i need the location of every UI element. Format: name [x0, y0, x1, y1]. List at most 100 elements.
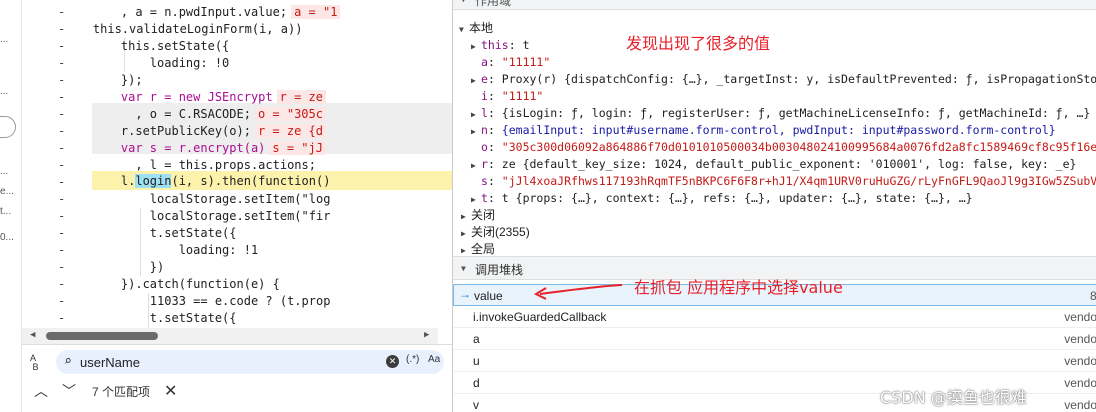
gutter-dash[interactable]: - [58, 242, 68, 259]
frame-location[interactable]: 8. [1090, 289, 1096, 303]
code-line[interactable]: loading: !1 [92, 242, 452, 259]
navigator-toggle[interactable] [0, 116, 16, 138]
code-line[interactable]: , l = this.props.actions; [92, 157, 452, 174]
code-line[interactable]: loading: !0 [92, 55, 452, 72]
code-line[interactable]: }).catch(function(e) { [92, 276, 452, 293]
scope-variable[interactable]: i: "1111" [471, 88, 1096, 105]
scope-section-header[interactable]: ▼ 作用域 [453, 0, 1096, 10]
var-value: "305c300d06092a864886f70d0101010500034b0… [501, 140, 1096, 154]
code-line[interactable]: }); [92, 72, 452, 89]
line-gutter[interactable]: - - - - - - - - - - - - - - - - - - - [22, 0, 92, 344]
annotation-note-select-value: 在抓包 应用程序中选择value [634, 278, 843, 297]
collapse-triangle-icon[interactable]: ▼ [461, 0, 466, 4]
highlighted-login-call[interactable]: login [135, 174, 172, 188]
next-match-icon[interactable]: ﹀ [62, 381, 76, 401]
code-line[interactable]: t.setState({ [92, 225, 452, 242]
scope-variable[interactable]: ▶ e: Proxy(r) {dispatchConfig: {…}, _targ… [471, 71, 1096, 88]
var-sep: : [487, 157, 502, 171]
gutter-dash[interactable]: - [58, 106, 68, 123]
scope-local-header[interactable]: ▼ 本地 [459, 20, 1096, 37]
scope-closure-header[interactable]: ▶ 关闭 [461, 207, 1096, 224]
csdn-watermark: CSDN @摸鱼也很难 [880, 388, 1027, 407]
expand-triangle-icon[interactable]: ▶ [471, 123, 481, 139]
callstack-frame[interactable]: u vendor [453, 350, 1096, 372]
scope-variable[interactable]: ▶ r: ze {default_key_size: 1024, default_… [471, 156, 1096, 173]
match-case-toggle[interactable]: Aa [428, 354, 440, 365]
var-value: {emailInput: input#username.form-control… [501, 123, 1056, 137]
gutter-dash[interactable]: - [58, 38, 68, 55]
expand-triangle-icon[interactable]: ▶ [471, 38, 481, 54]
gutter-dash[interactable]: - [58, 140, 68, 157]
scope-variable[interactable]: ▶ n: {emailInput: input#username.form-con… [471, 122, 1096, 139]
gutter-dash[interactable]: - [58, 208, 68, 225]
scope-variable[interactable]: o: "305c300d06092a864886f70d010101050003… [471, 139, 1096, 156]
gutter-dash[interactable]: - [58, 21, 68, 38]
code-line[interactable]: if (this.validateLoginForm(i, a)) [92, 21, 424, 38]
previous-match-icon[interactable]: ︿ [34, 381, 48, 401]
scope-variable[interactable]: a: "11111" [471, 54, 1096, 71]
callstack-frame[interactable]: a vendor [453, 328, 1096, 350]
gutter-dash[interactable]: - [58, 4, 68, 21]
expand-triangle-icon[interactable]: ▶ [471, 106, 481, 122]
scope-variable[interactable]: ▶ l: {isLogin: ƒ, login: ƒ, registerUser:… [471, 105, 1096, 122]
gutter-dash[interactable]: - [58, 72, 68, 89]
code-line[interactable]: }) [92, 259, 452, 276]
expand-triangle-icon[interactable]: ▶ [461, 225, 471, 241]
code-line[interactable]: 11033 == e.code ? (t.prop [92, 293, 452, 310]
gutter-dash[interactable]: - [58, 174, 68, 191]
expand-triangle-icon[interactable]: ▶ [471, 157, 481, 173]
frame-location[interactable]: vendor [1064, 310, 1096, 324]
scroll-left-arrow-icon[interactable]: ◀ [30, 330, 35, 340]
code-line[interactable]: var r = new JSEncrypt r = ze [92, 89, 452, 106]
gutter-dash[interactable]: - [58, 293, 68, 310]
code-line[interactable]: var s = r.encrypt(a) s = "jJ [92, 140, 452, 157]
frame-location[interactable]: vendor [1064, 354, 1096, 368]
expand-triangle-icon[interactable]: ▼ [459, 21, 469, 37]
scroll-thumb[interactable] [46, 332, 158, 340]
gutter-dash[interactable]: - [58, 157, 68, 174]
code-line[interactable]: , a = n.pwdInput.value; a = "1 [92, 4, 452, 21]
search-box[interactable]: ⌕ ✕ (.*) Aa [56, 350, 444, 374]
code-line-paused[interactable]: l.login(i, s).then(function() [92, 173, 452, 190]
code-text: l. [92, 174, 136, 188]
frame-location[interactable]: vendor [1064, 332, 1096, 346]
search-input[interactable] [80, 353, 370, 371]
callstack-frame[interactable]: i.invokeGuardedCallback vendor [453, 306, 1096, 328]
close-search-icon[interactable]: ✕ [164, 381, 177, 400]
gutter-dash[interactable]: - [58, 310, 68, 327]
clear-search-icon[interactable]: ✕ [386, 355, 399, 368]
gutter-dash[interactable]: - [58, 55, 68, 72]
editor-horizontal-scrollbar[interactable]: ◀ ▶ [22, 328, 438, 344]
scroll-right-arrow-icon[interactable]: ▶ [424, 330, 429, 340]
expand-triangle-icon[interactable]: ▶ [471, 191, 481, 207]
gutter-dash[interactable]: - [58, 191, 68, 208]
code-lines[interactable]: , a = n.pwdInput.value;a = "1 if (this.v… [92, 0, 452, 344]
code-line[interactable]: localStorage.setItem("log [92, 191, 452, 208]
frame-function-name: value [474, 289, 503, 303]
gutter-dash[interactable]: - [58, 123, 68, 140]
scope-variable[interactable]: ▶ this: t [471, 37, 1096, 54]
code-line[interactable]: t.setState({ [92, 310, 452, 327]
gutter-dash[interactable]: - [58, 89, 68, 106]
code-line[interactable]: r.setPublicKey(o); r = ze {d [92, 123, 452, 140]
search-icon: ⌕ [64, 354, 72, 369]
scope-closure2-header[interactable]: ▶ 关闭(2355) [461, 224, 1096, 241]
code-line[interactable]: this.setState({ [92, 38, 452, 55]
expand-triangle-icon[interactable]: ▶ [461, 208, 471, 224]
regex-toggle[interactable]: (.*) [406, 354, 419, 365]
frame-location[interactable]: vendor [1064, 376, 1096, 390]
scope-variable[interactable]: ▶ t: t {props: {…}, context: {…}, refs: {… [471, 190, 1096, 207]
replace-toggle-icon[interactable]: A B [30, 354, 39, 372]
frame-location[interactable]: vendor [1064, 398, 1096, 412]
code-line[interactable]: , o = C.RSACODE; o = "305c [92, 106, 452, 123]
code-line[interactable]: localStorage.setItem("fir [92, 208, 452, 225]
collapse-triangle-icon[interactable]: ▼ [461, 264, 466, 273]
gutter-dash[interactable]: - [58, 259, 68, 276]
gutter-dash[interactable]: - [58, 225, 68, 242]
expand-triangle-icon[interactable]: ▶ [471, 72, 481, 88]
search-bar: A B ⌕ ✕ (.*) Aa ︿ ﹀ 7 个匹配项 ✕ [22, 344, 452, 412]
code-editor[interactable]: - - - - - - - - - - - - - - - - - - - , [22, 0, 452, 344]
scope-variable[interactable]: s: "jJl4xoaJRfhws117193hRqmTF5nBKPC6F6F8… [471, 173, 1096, 190]
navigator-mark: ... [0, 86, 9, 97]
gutter-dash[interactable]: - [58, 276, 68, 293]
